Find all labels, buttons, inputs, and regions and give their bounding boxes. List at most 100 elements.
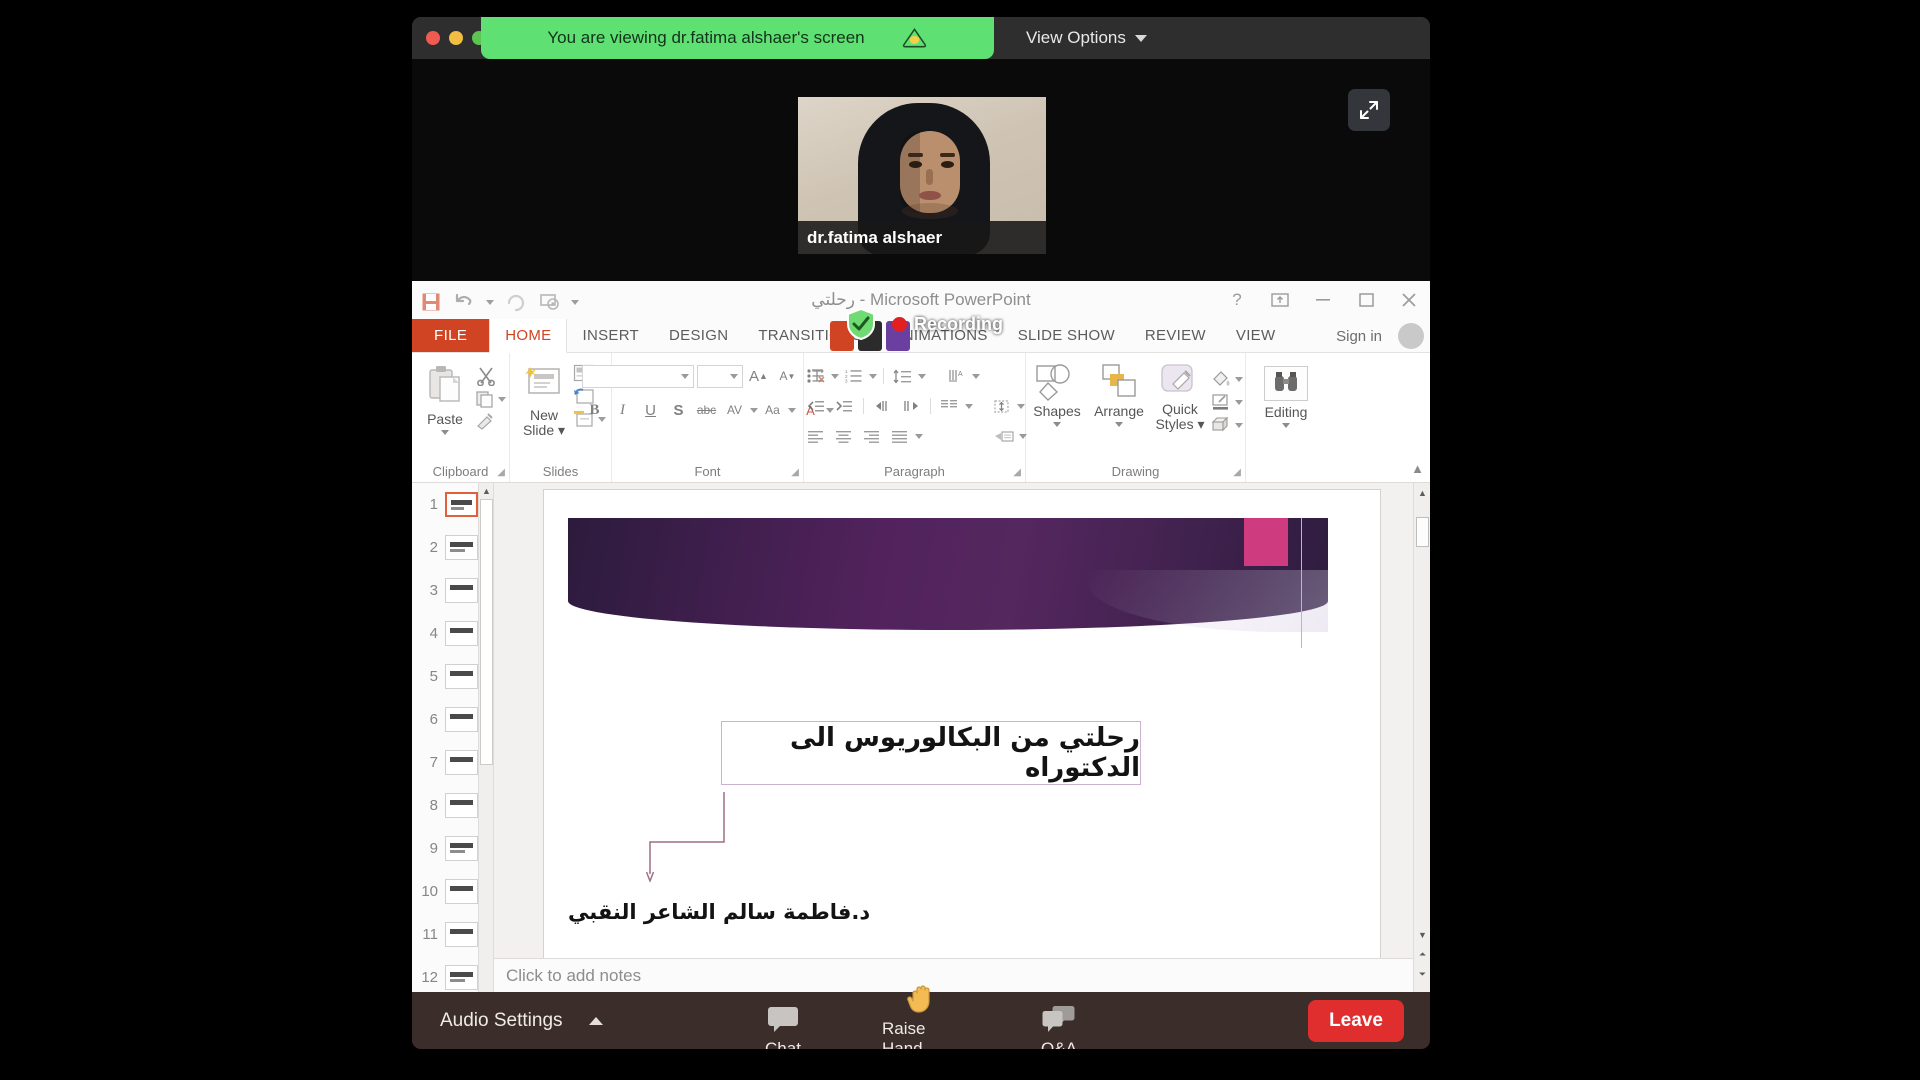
justify-button[interactable] — [887, 424, 913, 448]
editing-button[interactable]: Editing — [1256, 366, 1316, 428]
thumbnail-scrollbar[interactable]: ▲ — [478, 483, 493, 992]
qa-button[interactable]: Q&A — [1020, 1005, 1098, 1049]
scrollbar-thumb[interactable] — [1416, 517, 1429, 547]
minimize-icon[interactable] — [1310, 287, 1336, 313]
tab-insert[interactable]: INSERT — [567, 319, 654, 352]
font-name-dropdown-icon[interactable] — [680, 373, 689, 379]
sign-in-button[interactable]: Sign in — [1336, 319, 1382, 353]
thumbnail-preview[interactable] — [445, 492, 478, 517]
character-spacing-dropdown-icon[interactable] — [749, 407, 758, 413]
slide-vertical-scrollbar[interactable]: ▲ ▼ ⏶ ⏷ — [1413, 483, 1430, 992]
tab-view[interactable]: VIEW — [1221, 319, 1291, 352]
line-spacing-button[interactable] — [890, 364, 916, 388]
thumbnail-preview[interactable] — [445, 664, 478, 689]
start-slideshow-icon[interactable] — [538, 291, 560, 313]
bold-button[interactable]: B — [582, 398, 608, 422]
character-spacing-button[interactable]: AV — [722, 398, 748, 422]
text-shadow-button[interactable]: S — [666, 398, 692, 422]
quick-access-toolbar[interactable] — [420, 287, 579, 317]
shape-outline-icon[interactable] — [1210, 393, 1232, 411]
shape-fill-icon[interactable] — [1210, 370, 1232, 388]
cut-icon[interactable] — [475, 366, 497, 386]
participant-video-tile[interactable]: dr.fatima alshaer — [798, 97, 1046, 254]
scrollbar-thumb[interactable] — [480, 499, 493, 765]
clipboard-dialog-launcher[interactable]: ◢ — [497, 467, 505, 478]
underline-button[interactable]: U — [638, 398, 664, 422]
redo-icon[interactable] — [505, 291, 527, 313]
new-slide-button[interactable]: New Slide ▾ — [515, 364, 573, 437]
rtl-text-direction-button[interactable] — [898, 394, 924, 418]
copy-dropdown-icon[interactable] — [498, 396, 506, 402]
convert-to-smartart-button[interactable] — [991, 424, 1017, 448]
thumbnail-preview[interactable] — [445, 793, 478, 818]
font-size-input[interactable] — [696, 364, 743, 388]
italic-button[interactable]: I — [610, 398, 636, 422]
font-name-input[interactable] — [581, 364, 694, 388]
scroll-up-icon[interactable]: ▲ — [481, 485, 492, 496]
change-case-button[interactable]: Aa — [760, 398, 786, 422]
arrange-button[interactable]: Arrange — [1088, 362, 1150, 427]
scroll-up-icon[interactable]: ▲ — [1417, 487, 1428, 498]
align-right-button[interactable] — [859, 424, 885, 448]
next-slide-icon[interactable]: ⏷ — [1417, 969, 1428, 980]
scroll-down-icon[interactable]: ▼ — [1417, 929, 1428, 940]
format-painter-icon[interactable] — [475, 412, 497, 430]
strikethrough-button[interactable]: abc — [694, 398, 720, 422]
thumbnail-preview[interactable] — [445, 750, 478, 775]
previous-slide-icon[interactable]: ⏶ — [1417, 949, 1428, 960]
drawing-dialog-launcher[interactable]: ◢ — [1233, 467, 1241, 478]
audio-settings-button[interactable]: Audio Settings — [440, 1010, 603, 1032]
raise-hand-button[interactable]: Raise Hand — [882, 983, 960, 1049]
thumbnail-preview[interactable] — [445, 535, 478, 560]
quick-styles-button[interactable]: Quick Styles ▾ — [1152, 362, 1208, 431]
help-icon[interactable]: ? — [1224, 287, 1250, 313]
chevron-up-icon[interactable] — [588, 1016, 603, 1025]
thumbnail-preview[interactable] — [445, 922, 478, 947]
increase-font-size-button[interactable]: A ▲ — [746, 364, 772, 388]
change-case-dropdown-icon[interactable] — [787, 407, 796, 413]
thumbnail-preview[interactable] — [445, 578, 478, 603]
thumbnail-preview[interactable] — [445, 621, 478, 646]
account-avatar-icon[interactable] — [1398, 323, 1424, 349]
shape-effects-dropdown-icon[interactable] — [1235, 422, 1243, 428]
close-icon[interactable] — [1396, 287, 1422, 313]
thumbnail-preview[interactable] — [445, 707, 478, 732]
tab-home[interactable]: HOME — [489, 319, 568, 353]
slide-title-placeholder[interactable]: رحلتي من البكالوريوس الى الدكتوراه — [721, 721, 1141, 785]
tab-file[interactable]: FILE — [412, 319, 490, 352]
collapse-ribbon-icon[interactable]: ▲ — [1411, 461, 1424, 476]
align-text-button[interactable] — [989, 394, 1015, 418]
undo-dropdown-icon[interactable] — [486, 299, 494, 305]
thumbnail-preview[interactable] — [445, 965, 478, 990]
window-traffic-lights[interactable] — [426, 31, 486, 45]
paste-button[interactable]: Paste — [415, 364, 475, 435]
powerpoint-window-controls[interactable]: ? — [1224, 281, 1422, 319]
font-size-dropdown-icon[interactable] — [729, 373, 738, 379]
paste-dropdown-icon[interactable] — [441, 429, 449, 435]
shape-fill-dropdown-icon[interactable] — [1235, 376, 1243, 382]
close-window-button[interactable] — [426, 31, 440, 45]
paragraph-dialog-launcher[interactable]: ◢ — [1013, 467, 1021, 478]
columns-button[interactable] — [937, 394, 963, 418]
increase-indent-button[interactable] — [831, 394, 857, 418]
editing-dropdown-icon[interactable] — [1282, 422, 1290, 428]
text-direction-button[interactable]: A — [944, 364, 970, 388]
customize-qat-icon[interactable] — [571, 299, 579, 305]
justify-dropdown-icon[interactable] — [914, 433, 923, 439]
bullets-dropdown-icon[interactable] — [830, 373, 839, 379]
columns-dropdown-icon[interactable] — [964, 403, 973, 409]
tab-slide-show[interactable]: SLIDE SHOW — [1003, 319, 1130, 352]
shape-effects-icon[interactable] — [1210, 416, 1232, 434]
bullets-button[interactable] — [803, 364, 829, 388]
arrange-dropdown-icon[interactable] — [1115, 421, 1123, 427]
ltr-text-direction-button[interactable] — [870, 394, 896, 418]
align-text-dropdown-icon[interactable] — [1016, 403, 1025, 409]
align-left-button[interactable] — [803, 424, 829, 448]
slide-content[interactable]: رحلتي من البكالوريوس الى الدكتوراه د.فاط… — [568, 518, 1328, 946]
decrease-font-size-button[interactable]: A ▼ — [775, 364, 801, 388]
shapes-dropdown-icon[interactable] — [1053, 421, 1061, 427]
copy-icon[interactable] — [475, 390, 495, 408]
view-options-button[interactable]: View Options — [1012, 17, 1161, 59]
align-center-button[interactable] — [831, 424, 857, 448]
numbering-button[interactable]: 123 — [841, 364, 867, 388]
